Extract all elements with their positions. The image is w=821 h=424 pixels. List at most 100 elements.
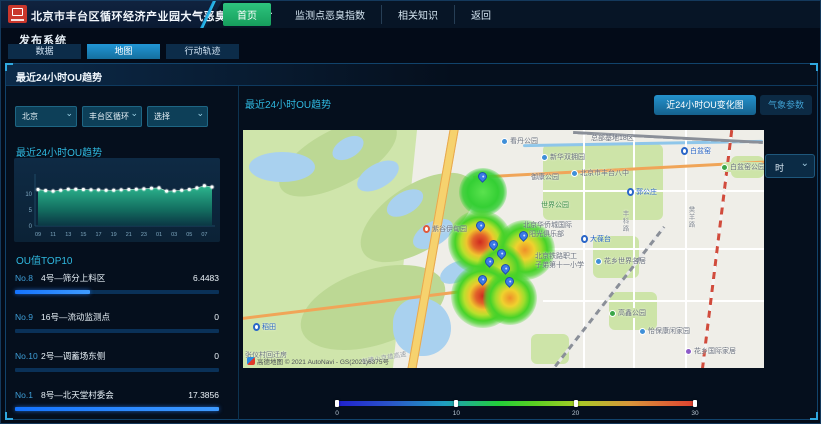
svg-text:21: 21 <box>126 232 132 238</box>
station-pin-icon[interactable] <box>483 255 496 268</box>
panel-title: 最近24小时OU趋势 <box>16 69 102 84</box>
weather-params-button[interactable]: 气象参数 <box>760 95 812 115</box>
map-column: 最近24小时OU趋势 近24小时OU变化图 气象参数 <box>238 86 818 420</box>
poi-blue-map-icon <box>501 138 508 145</box>
map-label-text: 阳光俱乐部 <box>529 229 564 239</box>
svg-text:15: 15 <box>80 232 86 238</box>
station-select[interactable]: 选择 ⌄ <box>147 106 208 127</box>
legend-tick-label: 10 <box>453 410 460 417</box>
corner-accent <box>5 63 13 71</box>
city-select-value: 北京 <box>22 111 38 122</box>
map-lake <box>249 152 315 182</box>
app-logo-icon <box>8 5 27 23</box>
ou-value: 0 <box>214 351 219 361</box>
rank-label: No.8 <box>15 273 41 283</box>
legend-tick-label: 30 <box>691 410 698 417</box>
time-unit-select[interactable]: 时 ⌄ <box>765 154 815 178</box>
tab-map[interactable]: 地图 <box>87 44 160 59</box>
svg-text:11: 11 <box>50 232 56 238</box>
svg-text:13: 13 <box>65 232 71 238</box>
ou-top-list: No.8 4号—筛分上料区 6.4483 No.9 16号—流动监测点 0 No… <box>15 266 219 424</box>
map-label: 子弟第十一小学 <box>535 260 584 270</box>
top-list-item[interactable]: No.1 8号—北天堂村委会 17.3856 <box>15 389 219 422</box>
svg-text:17: 17 <box>95 232 101 238</box>
filter-selects: 北京 ⌄ 丰台区循环经济产 ⌄ 选择 ⌄ <box>15 106 208 127</box>
nav-knowledge[interactable]: 相关知识 <box>381 5 454 24</box>
tab-track[interactable]: 行动轨迹 <box>166 44 239 59</box>
svg-text:19: 19 <box>111 232 117 238</box>
ou-change-map-button[interactable]: 近24小时OU变化图 <box>654 95 756 115</box>
time-unit-value: 时 <box>775 161 784 174</box>
svg-text:07: 07 <box>201 232 207 238</box>
chevron-down-icon: ⌄ <box>801 158 809 169</box>
nav-home[interactable]: 首页 <box>223 3 271 26</box>
rank-label: No.9 <box>15 312 41 322</box>
progress-fill <box>15 407 219 411</box>
logo-base-shape <box>11 19 24 21</box>
ou-value: 0 <box>214 312 219 322</box>
trend-chart-title: 最近24小时OU趋势 <box>16 144 102 159</box>
chevron-down-icon: ⌄ <box>196 108 204 119</box>
progress-fill <box>15 290 90 294</box>
amap-logo-icon <box>247 357 255 365</box>
station-select-value: 选择 <box>154 111 170 122</box>
station-name: 4号—筛分上料区 <box>41 272 193 284</box>
station-pin-icon[interactable] <box>499 262 512 275</box>
legend-gradient-bar <box>337 401 695 406</box>
panel-header: 最近24小时OU趋势 <box>6 64 817 86</box>
station-pin-icon[interactable] <box>503 275 516 288</box>
ou-value: 6.4483 <box>193 273 219 283</box>
corner-accent <box>810 63 818 71</box>
legend-tick-label: 20 <box>572 410 579 417</box>
top-list-item[interactable]: No.8 4号—筛分上料区 6.4483 <box>15 272 219 305</box>
svg-text:0: 0 <box>29 224 33 230</box>
header: 北京市丰台区循环经济产业园大气恶臭状况实时 首页 监测点恶臭指数 相关知识 返回 <box>1 1 821 28</box>
main-panel: 最近24小时OU趋势 北京 ⌄ 丰台区循环经济产 ⌄ 选择 ⌄ 最近24小时OU… <box>5 63 818 420</box>
map-label-text: 花乡国际家居 <box>694 346 736 356</box>
map-label: 北京铁路职工 <box>535 251 577 261</box>
nav-odor-index[interactable]: 监测点恶臭指数 <box>279 5 381 24</box>
chevron-down-icon: ⌄ <box>65 108 73 119</box>
map-label-text: 北京华侨城国际 <box>523 220 572 230</box>
park-select[interactable]: 丰台区循环经济产 ⌄ <box>82 106 142 127</box>
map-label: 阳光俱乐部 <box>529 229 564 239</box>
top-list-title: OU值TOP10 <box>16 252 73 267</box>
nav-back[interactable]: 返回 <box>454 5 507 24</box>
svg-text:05: 05 <box>186 232 192 238</box>
city-select[interactable]: 北京 ⌄ <box>15 106 77 127</box>
svg-text:5: 5 <box>29 208 33 214</box>
station-pin-icon[interactable] <box>474 219 487 232</box>
map-world-park <box>543 144 663 220</box>
svg-text:10: 10 <box>25 192 32 198</box>
map-road <box>543 190 764 192</box>
attribution-text: 高德地图 © 2021 AutoNavi - GS(2021)6375号 <box>257 356 389 366</box>
svg-text:01: 01 <box>156 232 162 238</box>
station-pin-icon[interactable] <box>476 170 489 183</box>
heatmap-map[interactable]: 看丹公园新华双拥园御康公园总部基地18区北京市丰台八中白盆窑白盆窑公园郭公庄丰科… <box>243 130 764 368</box>
legend-tick-label: 0 <box>335 410 339 417</box>
map-section-title: 最近24小时OU趋势 <box>245 96 331 111</box>
app-root: 北京市丰台区循环经济产业园大气恶臭状况实时 首页 监测点恶臭指数 相关知识 返回… <box>0 0 821 424</box>
top-list-item[interactable]: No.9 16号—流动监测点 0 <box>15 311 219 344</box>
map-road <box>543 300 764 302</box>
svg-text:09: 09 <box>35 232 41 238</box>
left-column: 北京 ⌄ 丰台区循环经济产 ⌄ 选择 ⌄ 最近24小时OU趋势 <box>6 86 235 420</box>
station-name: 8号—北天堂村委会 <box>41 389 188 401</box>
corner-accent <box>810 412 818 420</box>
header-divider <box>191 1 225 28</box>
park-select-value: 丰台区循环经济产 <box>89 111 129 122</box>
station-pin-icon[interactable] <box>517 229 530 242</box>
map-label-text: 北京铁路职工 <box>535 251 577 261</box>
top-list-item[interactable]: No.10 2号—调蓄场东侧 0 <box>15 350 219 383</box>
station-name: 16号—流动监测点 <box>41 311 214 323</box>
map-road <box>503 248 764 250</box>
tab-data[interactable]: 数据 <box>8 44 81 59</box>
progress-track <box>15 407 219 411</box>
map-label: 花乡国际家居 <box>685 346 736 356</box>
station-pin-icon[interactable] <box>476 273 489 286</box>
map-park-small <box>731 156 764 178</box>
ou-color-legend: 0 10 20 30 <box>337 400 695 416</box>
map-label-text: 白盆窑 <box>690 146 711 156</box>
chevron-down-icon: ⌄ <box>130 108 138 119</box>
rank-label: No.1 <box>15 390 41 400</box>
